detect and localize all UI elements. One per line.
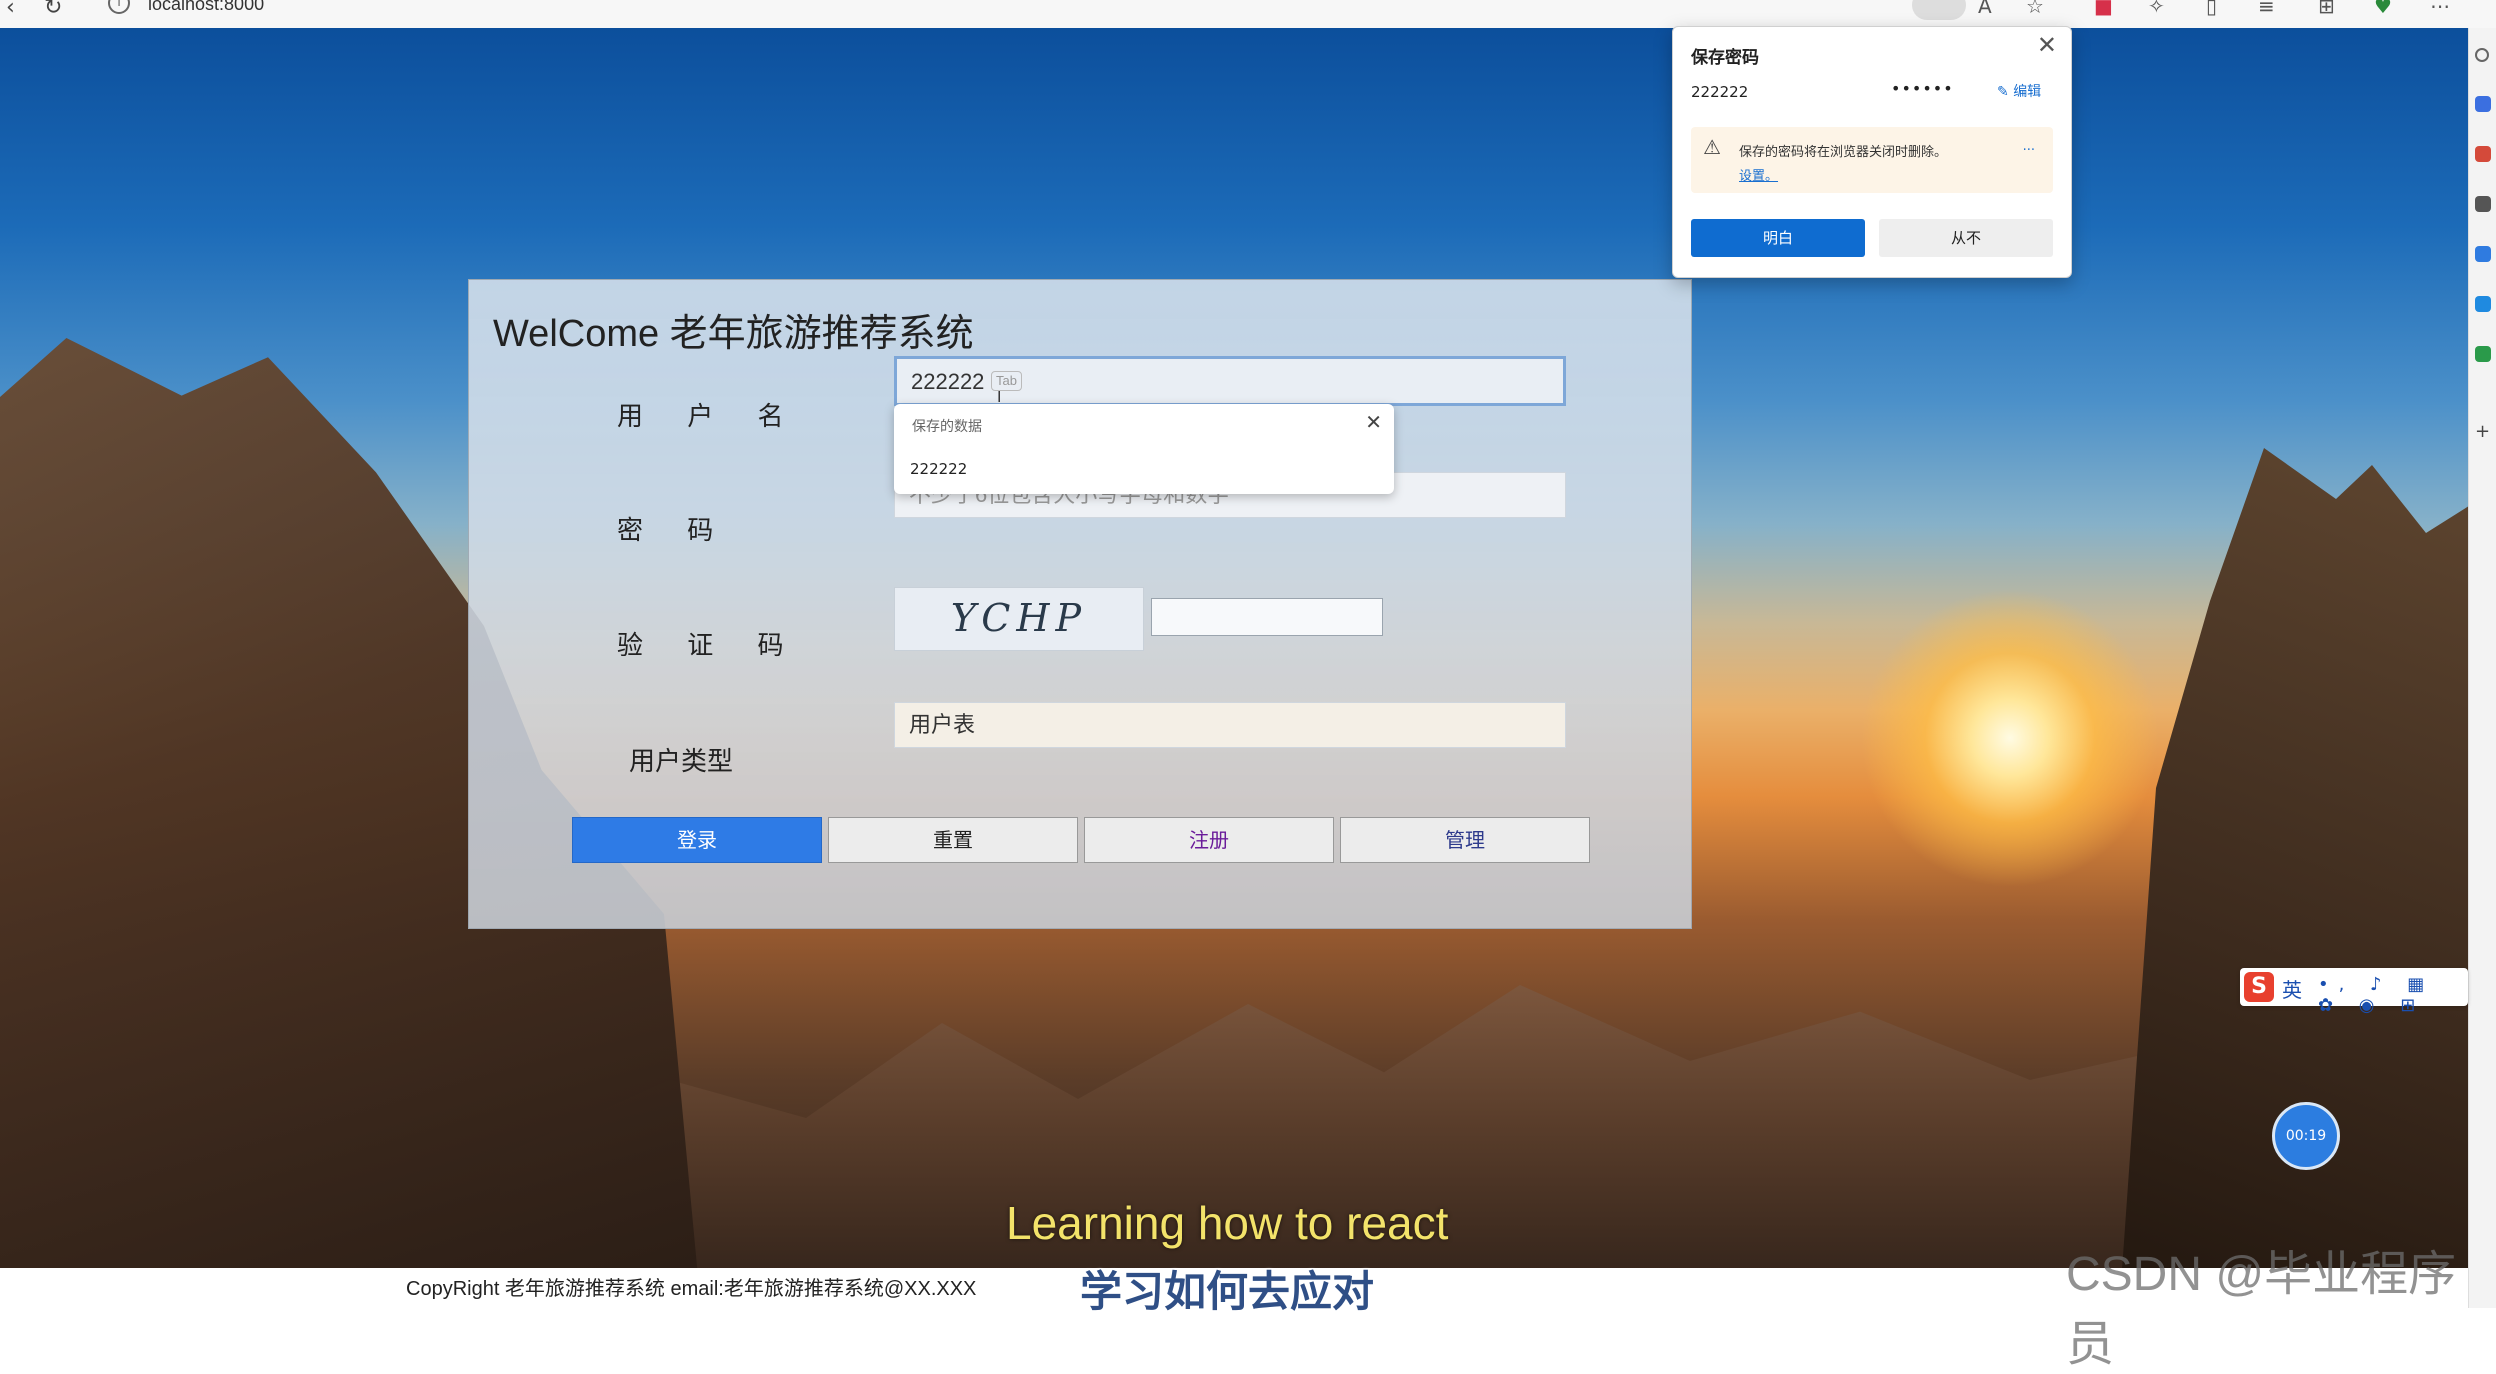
never-button[interactable]: 从不	[1879, 219, 2053, 257]
add-icon[interactable]: +	[2475, 423, 2491, 441]
address-bar[interactable]: localhost:8000	[148, 0, 264, 15]
extension-icon[interactable]: ■	[2094, 0, 2113, 18]
edit-label: 编辑	[2013, 84, 2042, 100]
reset-button[interactable]: 重置	[828, 817, 1078, 863]
collections-icon[interactable]: ⊞	[2318, 0, 2335, 18]
save-password-popup: 保存密码 ✕ 222222 •••••• ✎ 编辑 ⚠ 保存的密码将在浏览器关闭…	[1672, 26, 2072, 278]
shopping-icon[interactable]	[2475, 146, 2491, 162]
tools-icon[interactable]	[2475, 246, 2491, 262]
warning-box: ⚠ 保存的密码将在浏览器关闭时删除。 ... 设置。	[1691, 127, 2053, 193]
edit-link[interactable]: ✎ 编辑	[1997, 81, 2041, 101]
warning-icon: ⚠	[1703, 135, 1721, 159]
login-button[interactable]: 登录	[572, 817, 822, 863]
back-icon[interactable]: ‹	[6, 0, 15, 19]
edge-sidebar: +	[2468, 28, 2496, 1308]
password-key-icon[interactable]	[1912, 0, 1966, 20]
login-title: WelCome 老年旅游推荐系统	[493, 313, 974, 355]
usertype-value: 用户表	[909, 712, 976, 737]
extensions-icon[interactable]: ✧	[2148, 0, 2165, 18]
favorites-list-icon[interactable]: ≡	[2258, 0, 2275, 18]
usertype-select[interactable]: 用户表	[894, 702, 1566, 748]
profile-icon[interactable]	[2475, 196, 2491, 212]
username-label: 用 户 名	[617, 402, 802, 432]
saved-username-option[interactable]: 222222	[910, 460, 967, 478]
subtitle-english: Learning how to react	[1006, 1197, 1449, 1249]
username-value: 222222	[911, 369, 985, 394]
more-link[interactable]: ...	[2023, 139, 2035, 154]
admin-button[interactable]: 管理	[1340, 817, 1590, 863]
usertype-label: 用户类型	[629, 747, 734, 777]
saved-data-dropdown: 保存的数据 ✕ 222222	[894, 404, 1394, 494]
more-menu-icon[interactable]: ⋯	[2430, 0, 2450, 18]
favorite-star-icon[interactable]: ☆	[2026, 0, 2044, 18]
subtitle-chinese: 学习如何去应对	[1080, 1267, 1375, 1316]
settings-link[interactable]: 设置。	[1739, 165, 1778, 184]
search-icon[interactable]	[2475, 48, 2489, 62]
popup-title: 保存密码	[1691, 48, 1759, 68]
performance-icon[interactable]: ♥	[2374, 0, 2392, 18]
register-button[interactable]: 注册	[1084, 817, 1334, 863]
copilot-icon[interactable]	[2475, 96, 2491, 112]
ime-language-toggle[interactable]: 英	[2282, 974, 2302, 1003]
copyright-text: CopyRight 老年旅游推荐系统 email:老年旅游推荐系统@XX.XXX	[406, 1278, 977, 1300]
ime-toolbar: S 英 •, ♪ ▦ ✿ ◉ ⊞	[2240, 968, 2468, 1016]
games-icon[interactable]	[2475, 346, 2491, 362]
close-icon[interactable]: ✕	[1365, 410, 1382, 434]
recording-timer[interactable]: 00:19	[2272, 1102, 2340, 1170]
username-input[interactable]: 222222 Tab I	[894, 356, 1566, 406]
ime-tool-icons[interactable]: •, ♪ ▦ ✿ ◉ ⊞	[2318, 974, 2468, 1016]
read-aloud-icon[interactable]: A	[1978, 0, 1992, 18]
password-label: 密 码	[617, 516, 732, 546]
got-it-button[interactable]: 明白	[1691, 219, 1865, 257]
captcha-input[interactable]	[1151, 598, 1383, 636]
popup-username: 222222	[1691, 83, 1749, 101]
sun-glow	[1860, 588, 2160, 888]
warning-text: 保存的密码将在浏览器关闭时删除。	[1739, 145, 1948, 160]
outlook-icon[interactable]	[2475, 296, 2491, 312]
captcha-label: 验 证 码	[617, 631, 802, 661]
pencil-icon: ✎	[1997, 84, 2014, 100]
close-icon[interactable]: ✕	[2037, 31, 2057, 59]
dropdown-title: 保存的数据	[912, 419, 982, 435]
info-icon[interactable]: i	[108, 0, 130, 14]
captcha-image[interactable]: YCHP	[894, 587, 1144, 651]
login-panel: WelCome 老年旅游推荐系统 用 户 名 222222 Tab I 保存的数…	[468, 279, 1692, 929]
sogou-logo-icon[interactable]: S	[2244, 972, 2274, 1002]
split-screen-icon[interactable]: ▯	[2206, 0, 2217, 18]
refresh-icon[interactable]: ↻	[44, 0, 62, 19]
browser-toolbar: ‹ ↻ i localhost:8000 A ☆ ■ ✧ ▯ ≡ ⊞ ♥ ⋯	[0, 0, 2496, 29]
csdn-watermark: CSDN @毕业程序员	[2066, 1248, 2457, 1371]
tab-hint-badge: Tab	[991, 371, 1022, 391]
popup-password-mask: ••••••	[1891, 79, 1954, 98]
